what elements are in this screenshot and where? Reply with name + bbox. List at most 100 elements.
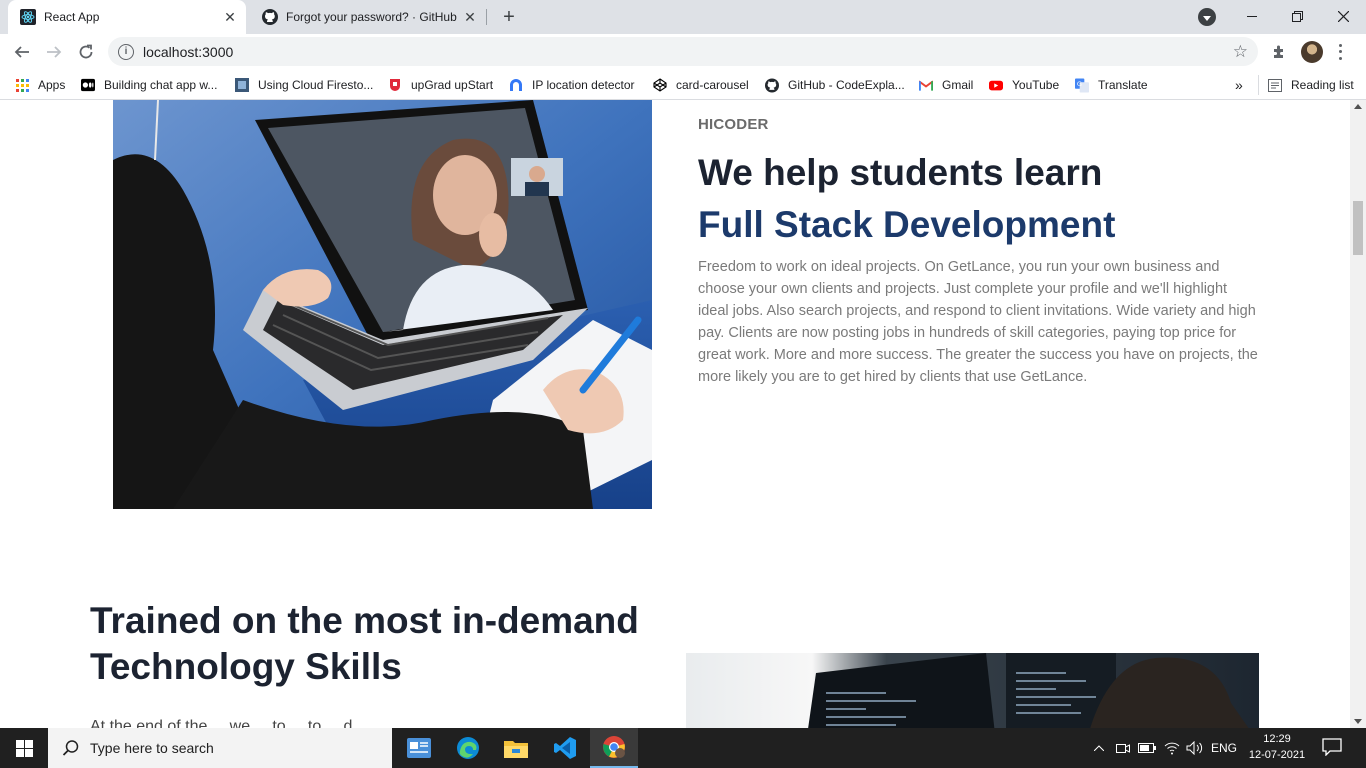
page-scrollbar[interactable] bbox=[1350, 100, 1366, 728]
tab-github[interactable]: Forgot your password? · GitHub ✕ bbox=[250, 0, 486, 34]
tab-search-icon[interactable] bbox=[1198, 8, 1216, 26]
skills-section-text: At the end of the ... we ... to ... to .… bbox=[90, 718, 371, 728]
svg-text:G: G bbox=[1077, 79, 1082, 87]
bookmark-apps[interactable]: Apps bbox=[15, 76, 65, 94]
arrow-left-icon bbox=[14, 46, 29, 58]
reload-button[interactable] bbox=[72, 38, 100, 66]
close-window-button[interactable] bbox=[1320, 0, 1366, 32]
react-icon bbox=[20, 9, 36, 25]
windows-logo-icon bbox=[15, 739, 33, 757]
minimize-button[interactable] bbox=[1229, 0, 1275, 32]
taskbar-search-placeholder: Type here to search bbox=[90, 740, 214, 756]
bookmarks-bar: Apps Building chat app w... Using Cloud … bbox=[0, 70, 1366, 100]
taskbar-search[interactable]: Type here to search bbox=[48, 728, 392, 768]
bookmark-gmail[interactable]: Gmail bbox=[919, 76, 973, 94]
skills-title-line: Trained on the most in-demand bbox=[90, 600, 639, 641]
bookmark-github-codeexplainer[interactable]: GitHub - CodeExpla... bbox=[765, 76, 905, 94]
medium-icon bbox=[81, 78, 95, 92]
taskbar-vscode[interactable] bbox=[541, 728, 589, 768]
clock-date: 12-07-2021 bbox=[1248, 749, 1306, 761]
translate-icon: G bbox=[1075, 78, 1089, 92]
volume-icon[interactable] bbox=[1184, 728, 1206, 768]
notification-center-icon[interactable] bbox=[1322, 738, 1344, 758]
taskbar-file-explorer[interactable] bbox=[492, 728, 540, 768]
bookmark-label: Using Cloud Firesto... bbox=[258, 78, 374, 92]
bookmark-ip-location[interactable]: IP location detector bbox=[509, 76, 635, 94]
news-widget-icon bbox=[407, 738, 431, 758]
bookmark-youtube[interactable]: YouTube bbox=[989, 76, 1059, 94]
extensions-icon[interactable] bbox=[1270, 43, 1288, 61]
restore-icon bbox=[1291, 10, 1303, 22]
start-button[interactable] bbox=[0, 728, 48, 768]
bookmark-upgrad[interactable]: upGrad upStart bbox=[388, 76, 493, 94]
restore-button[interactable] bbox=[1274, 0, 1320, 32]
skills-title-line: Technology Skills bbox=[90, 646, 402, 687]
coding-monitors-image bbox=[686, 653, 1259, 728]
profile-avatar[interactable] bbox=[1301, 41, 1323, 63]
bookmark-translate[interactable]: G Translate bbox=[1075, 76, 1148, 94]
bookmark-label: YouTube bbox=[1012, 78, 1060, 92]
bookmark-label: Gmail bbox=[942, 78, 974, 92]
gmail-icon bbox=[919, 78, 933, 92]
battery-icon[interactable] bbox=[1137, 728, 1157, 768]
scrollbar-thumb[interactable] bbox=[1353, 201, 1363, 255]
tab-title: Forgot your password? · GitHub bbox=[286, 10, 457, 24]
show-hidden-icons-button[interactable] bbox=[1090, 728, 1108, 768]
bookmark-building-chat-app[interactable]: Building chat app w... bbox=[81, 76, 217, 94]
apps-grid-icon bbox=[15, 78, 29, 92]
taskbar-task-view-app[interactable] bbox=[395, 728, 443, 768]
wifi-icon[interactable] bbox=[1162, 728, 1182, 768]
taskbar-edge[interactable] bbox=[444, 728, 492, 768]
tab-react-app[interactable]: React App ✕ bbox=[8, 0, 246, 34]
github-icon bbox=[262, 9, 278, 25]
minimize-icon bbox=[1247, 15, 1257, 17]
reading-list-icon bbox=[1268, 78, 1282, 92]
bookmark-star-icon[interactable]: ☆ bbox=[1233, 42, 1248, 62]
forward-button[interactable] bbox=[40, 38, 68, 66]
folder-icon bbox=[504, 741, 528, 758]
close-icon bbox=[1337, 10, 1349, 22]
chrome-icon bbox=[603, 736, 625, 758]
hero-headline: We help students learn bbox=[698, 152, 1103, 193]
bookmark-label: upGrad upStart bbox=[411, 78, 494, 92]
language-indicator[interactable]: ENG bbox=[1208, 728, 1240, 768]
system-clock[interactable]: 12:29 12-07-2021 bbox=[1246, 731, 1308, 763]
clock-time: 12:29 bbox=[1263, 733, 1291, 745]
site-info-icon[interactable]: i bbox=[118, 43, 134, 60]
upgrad-icon bbox=[388, 78, 402, 92]
reload-icon bbox=[79, 44, 93, 59]
url-text[interactable]: localhost:3000 bbox=[143, 44, 1233, 60]
reading-list-label: Reading list bbox=[1291, 78, 1354, 92]
edge-icon bbox=[457, 737, 479, 759]
bookmark-cloud-firestore[interactable]: Using Cloud Firesto... bbox=[235, 76, 373, 94]
bookmark-card-carousel[interactable]: card-carousel bbox=[653, 76, 749, 94]
reading-list-button[interactable]: Reading list bbox=[1258, 75, 1354, 95]
bookmark-label: GitHub - CodeExpla... bbox=[788, 78, 905, 92]
close-tab-icon[interactable]: ✕ bbox=[220, 7, 240, 27]
bookmark-label: IP location detector bbox=[532, 78, 635, 92]
bookmarks-overflow-button[interactable]: » bbox=[1235, 76, 1243, 94]
browser-menu-icon[interactable] bbox=[1334, 42, 1346, 62]
bookmark-label: Translate bbox=[1098, 78, 1148, 92]
tab-separator bbox=[486, 9, 487, 25]
scroll-down-icon[interactable] bbox=[1354, 719, 1362, 724]
codepen-icon bbox=[653, 78, 667, 92]
scroll-up-icon[interactable] bbox=[1354, 104, 1362, 109]
arrow-right-icon bbox=[47, 46, 62, 58]
section-eyebrow: HICODER bbox=[698, 116, 769, 133]
meet-now-icon[interactable] bbox=[1114, 728, 1132, 768]
close-tab-icon[interactable]: ✕ bbox=[460, 7, 480, 27]
location-icon bbox=[509, 78, 523, 92]
bookmark-label: Apps bbox=[38, 78, 66, 92]
taskbar-chrome[interactable] bbox=[590, 728, 638, 768]
vscode-icon bbox=[554, 737, 576, 759]
new-tab-button[interactable]: + bbox=[498, 6, 520, 28]
back-button[interactable] bbox=[8, 38, 36, 66]
hero-headline-accent: Full Stack Development bbox=[698, 204, 1116, 245]
address-bar[interactable]: i localhost:3000 ☆ bbox=[108, 37, 1258, 66]
browser-tab-strip: React App ✕ Forgot your password? · GitH… bbox=[0, 0, 1366, 34]
tab-title: React App bbox=[44, 10, 100, 24]
github-icon bbox=[765, 78, 779, 92]
windows-taskbar: Type here to search ENG 12:29 12-07-2021 bbox=[0, 728, 1366, 768]
bookmark-label: card-carousel bbox=[676, 78, 749, 92]
